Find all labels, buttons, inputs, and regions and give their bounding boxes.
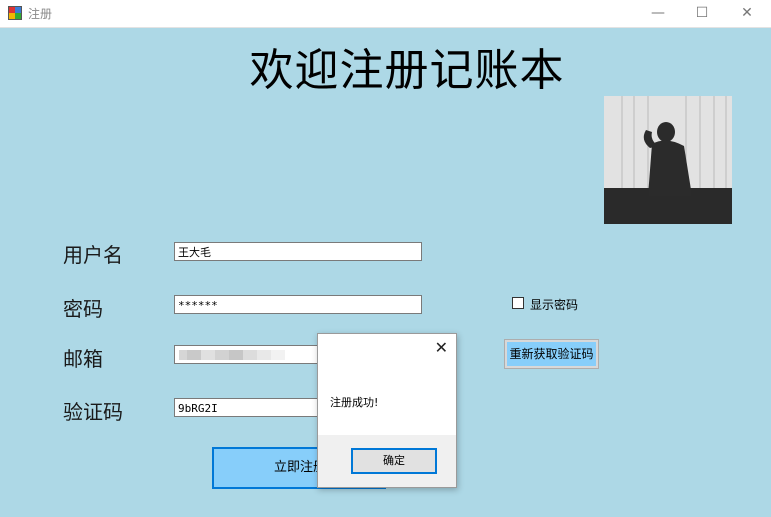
show-password-label: 显示密码	[530, 298, 579, 312]
close-button[interactable]: ✕	[724, 0, 770, 27]
dialog-footer: 确定	[318, 435, 456, 487]
captcha-label: 验证码	[63, 400, 123, 424]
page-title: 欢迎注册记账本	[249, 45, 565, 96]
title-bar: 注册 — ☐ ✕	[0, 0, 771, 28]
dialog-close-icon[interactable]: ✕	[435, 338, 448, 357]
minimize-button[interactable]: —	[635, 0, 681, 27]
email-label: 邮箱	[63, 347, 103, 371]
maximize-button[interactable]: ☐	[679, 0, 725, 27]
refresh-captcha-label: 重新获取验证码	[507, 342, 596, 366]
maximize-icon: ☐	[695, 5, 709, 21]
checkbox-box[interactable]	[512, 297, 524, 309]
dialog-message: 注册成功!	[330, 396, 379, 409]
username-input[interactable]: 王大毛	[174, 242, 422, 261]
refresh-captcha-button[interactable]: 重新获取验证码	[504, 339, 599, 369]
close-icon: ✕	[741, 5, 753, 21]
redacted-email	[179, 350, 285, 360]
window-title: 注册	[28, 7, 53, 21]
password-input[interactable]: ******	[174, 295, 422, 314]
form-area: 欢迎注册记账本 用户名 王大毛 密码 ****** 显示密码 邮箱 重新获取验证…	[0, 28, 771, 517]
ok-button[interactable]: 确定	[351, 448, 437, 474]
message-dialog: ✕ 注册成功! 确定	[317, 333, 457, 488]
password-label: 密码	[63, 297, 103, 321]
profile-picture	[604, 96, 732, 224]
username-label: 用户名	[63, 243, 123, 267]
minimize-icon: —	[651, 5, 665, 21]
app-icon	[8, 6, 22, 20]
